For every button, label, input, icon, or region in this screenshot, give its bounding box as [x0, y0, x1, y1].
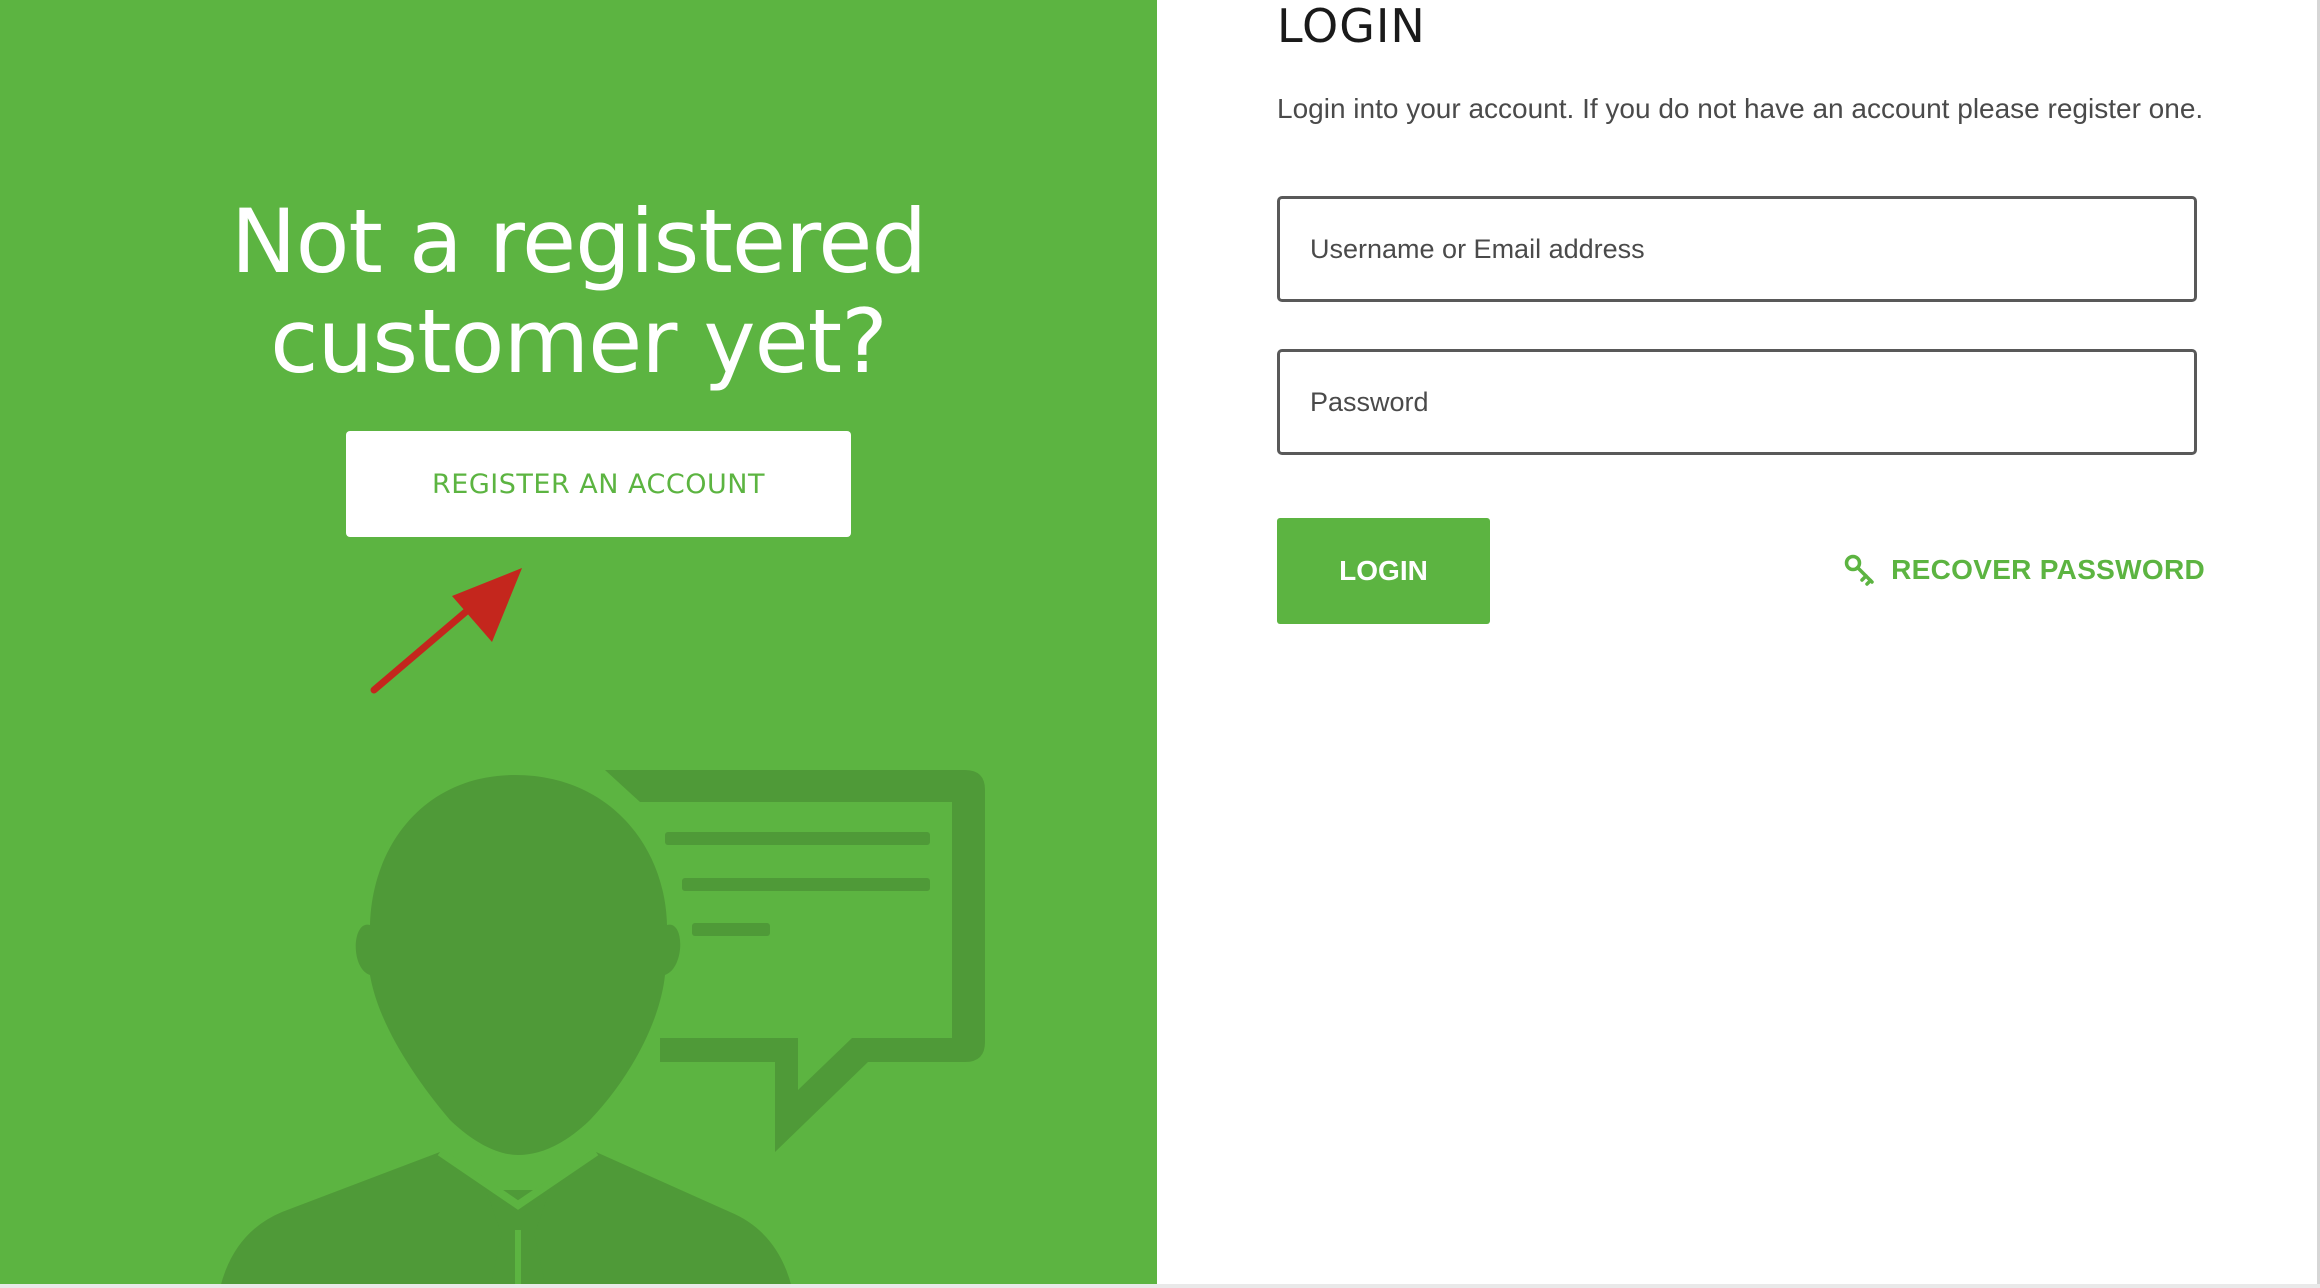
login-page: Not a registered customer yet? REGISTER …	[0, 0, 2320, 1288]
password-input[interactable]	[1277, 349, 2197, 455]
red-arrow-icon	[370, 568, 522, 694]
register-account-button[interactable]: REGISTER AN ACCOUNT	[346, 431, 851, 537]
login-panel: LOGIN Login into your account. If you do…	[1157, 0, 2320, 1288]
login-description: Login into your account. If you do not h…	[1277, 93, 2204, 124]
recover-password-label: RECOVER PASSWORD	[1891, 554, 2205, 585]
register-promo-panel: Not a registered customer yet? REGISTER …	[0, 0, 1157, 1288]
bottom-divider	[0, 1284, 2320, 1288]
register-promo-heading-line2: customer yet?	[270, 290, 888, 393]
username-email-input[interactable]	[1277, 196, 2197, 302]
register-promo-heading-line1: Not a registered	[230, 190, 927, 293]
register-promo-heading: Not a registered customer yet?	[0, 192, 1157, 392]
person-speech-bubble-icon	[220, 770, 985, 1288]
login-button[interactable]: LOGIN	[1277, 518, 1490, 624]
recover-password-link[interactable]: RECOVER PASSWORD	[1843, 553, 2205, 587]
login-title: LOGIN	[1277, 0, 1426, 53]
key-icon	[1844, 554, 1874, 586]
